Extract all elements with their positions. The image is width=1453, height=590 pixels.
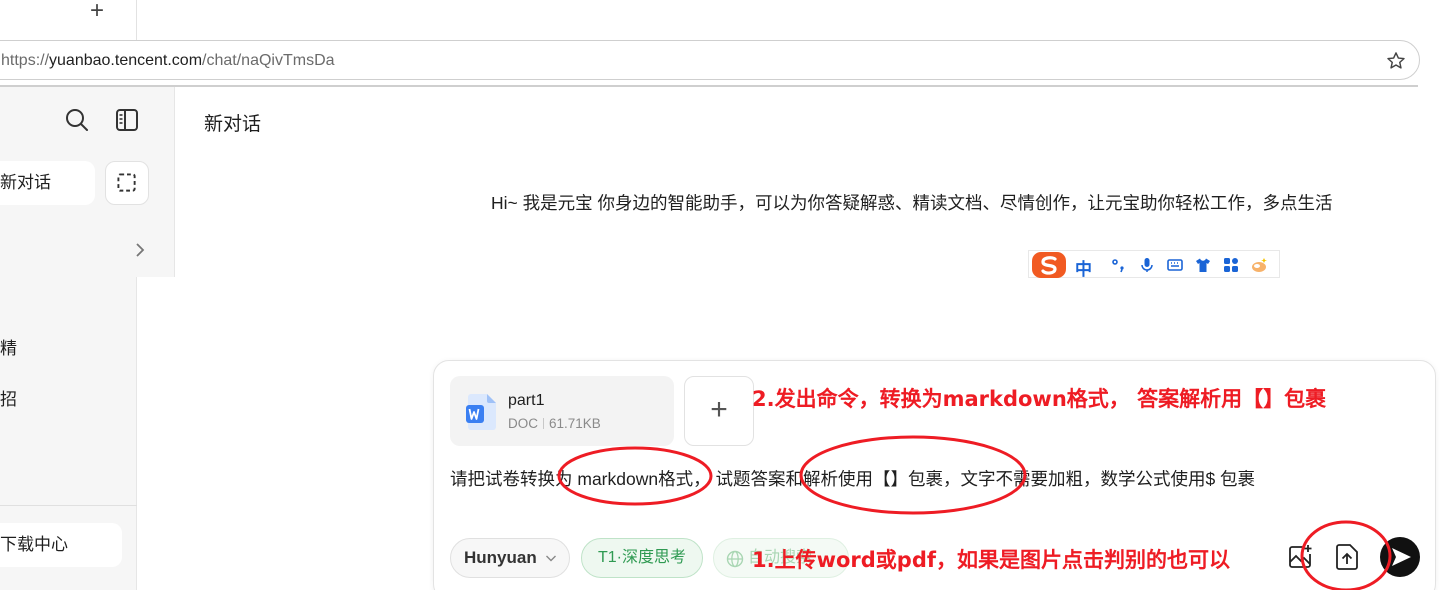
sidebar-divider	[0, 505, 137, 506]
meta-separator	[543, 418, 544, 429]
file-name: part1	[508, 392, 545, 409]
page-title: 新对话	[204, 114, 262, 135]
address-bar[interactable]: https://yuanbao.tencent.com/chat/naQivTm…	[0, 40, 1420, 80]
annotation-step-1: 1.上传word或pdf，如果是图片点击判别的也可以	[752, 548, 1231, 572]
ime-toolbar[interactable]: 中	[1028, 250, 1280, 280]
download-center-button[interactable]: 下载中心	[0, 523, 122, 567]
mascot-icon[interactable]	[1251, 257, 1267, 273]
sidebar-item[interactable]: 招	[0, 385, 17, 410]
select-frame-icon	[117, 173, 136, 192]
file-type: DOC	[508, 416, 538, 431]
image-recognition-icon[interactable]	[1287, 544, 1313, 570]
deep-think-toggle[interactable]: T1·深度思考	[581, 538, 703, 578]
ime-mode-label[interactable]: 中	[1075, 255, 1092, 280]
file-size: 61.71KB	[549, 416, 601, 431]
sidebar-toggle-icon[interactable]	[114, 107, 140, 133]
model-selector[interactable]: Hunyuan	[450, 538, 570, 578]
sogou-logo-icon[interactable]	[1031, 251, 1067, 279]
tabstrip-empty	[137, 0, 1453, 40]
new-tab-button[interactable]: +	[86, 0, 108, 24]
add-file-button[interactable]: +	[684, 376, 754, 446]
globe-icon	[726, 550, 744, 568]
chrome-divider	[0, 85, 1418, 87]
microphone-icon[interactable]	[1139, 257, 1155, 273]
upload-file-icon[interactable]	[1334, 543, 1360, 571]
greeting-text: Hi~ 我是元宝 你身边的智能助手，可以为你答疑解惑、精读文档、尽情创作，让元宝…	[491, 193, 1333, 213]
new-chat-button[interactable]: 新对话	[0, 161, 95, 205]
browser-tabstrip: +	[0, 0, 1453, 40]
chevron-down-icon	[546, 555, 556, 562]
bookmark-star-icon[interactable]	[1385, 50, 1407, 72]
file-meta: DOC 61.71KB	[508, 416, 601, 431]
send-button[interactable]	[1380, 537, 1420, 577]
url-text[interactable]: https://yuanbao.tencent.com/chat/naQivTm…	[1, 52, 335, 70]
tab-area	[0, 0, 137, 40]
search-icon[interactable]	[64, 107, 90, 133]
url-host: yuanbao.tencent.com	[49, 52, 203, 69]
annotation-step-2: 2.发出命令，转换为markdown格式， 答案解析用【】包裹	[752, 387, 1327, 411]
prompt-input[interactable]: 请把试卷转换为 markdown格式， 试题答案和解析使用【】包裹，文字不需要加…	[450, 466, 1255, 491]
keyboard-icon[interactable]	[1167, 257, 1183, 273]
url-scheme: https://	[1, 52, 50, 69]
url-path: /chat/naQivTmsDa	[202, 52, 335, 69]
skin-shirt-icon[interactable]	[1195, 257, 1211, 273]
model-label: Hunyuan	[464, 548, 537, 567]
word-document-icon	[466, 394, 496, 430]
toolbox-grid-icon[interactable]	[1223, 257, 1239, 273]
punctuation-icon[interactable]	[1111, 257, 1127, 273]
chevron-right-icon[interactable]	[132, 240, 148, 260]
sidebar-item[interactable]: 精	[0, 334, 17, 359]
multi-select-button[interactable]	[105, 161, 149, 205]
send-arrow-icon	[1392, 548, 1411, 566]
